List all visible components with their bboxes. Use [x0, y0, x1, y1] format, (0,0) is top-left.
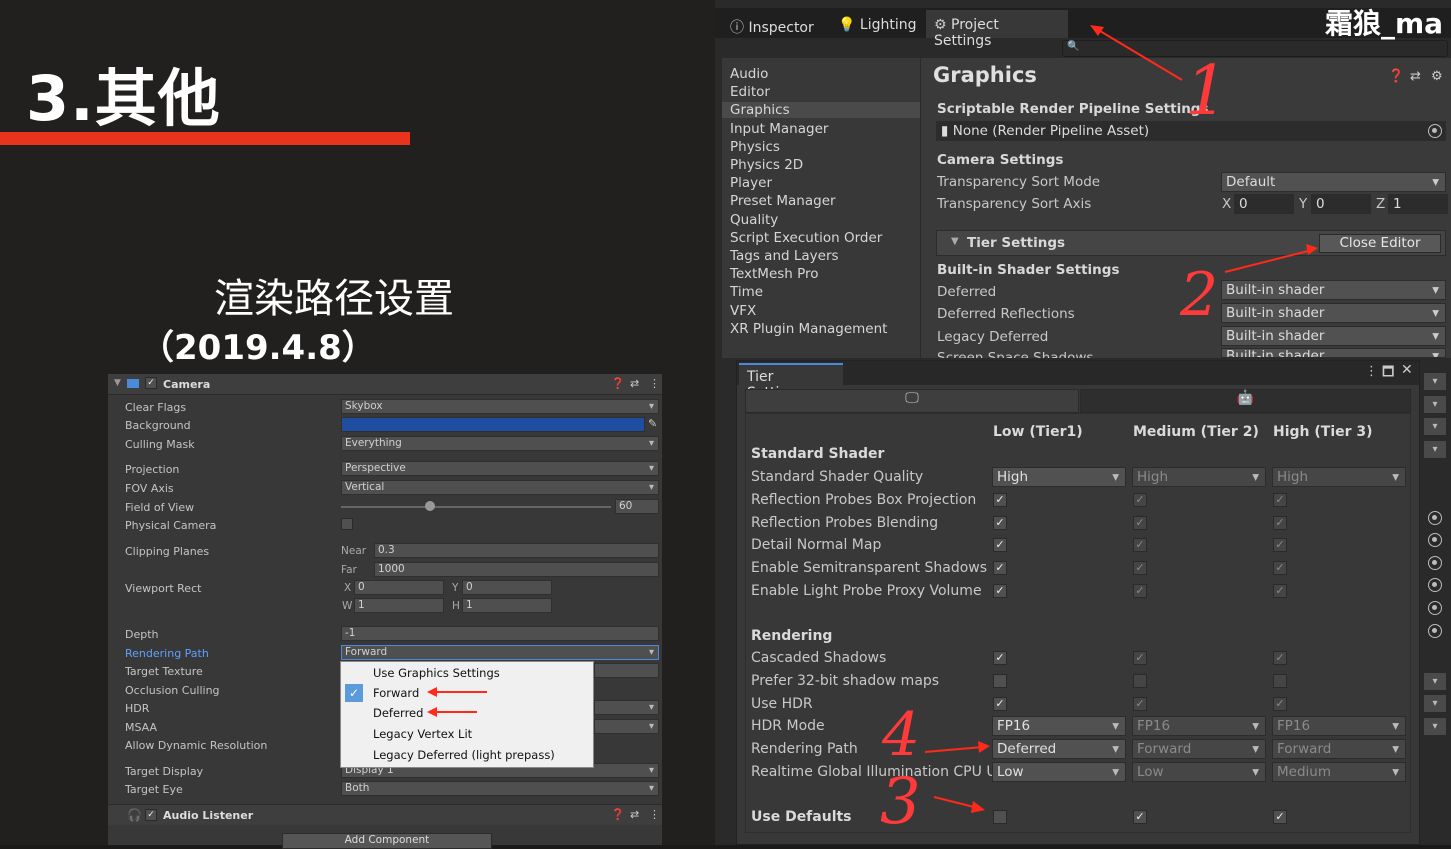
- background-label: Background: [125, 419, 191, 432]
- target-eye-dropdown[interactable]: Both: [341, 781, 659, 796]
- foldout-icon[interactable]: ▼: [114, 378, 121, 388]
- camera-inspector: ▼ ✓ Camera ❓ ⇄ ⋮ Clear Flags Skybox Back…: [108, 374, 662, 849]
- rendering-path-label: Rendering Path: [125, 647, 209, 660]
- annotation-4: 4: [882, 700, 921, 770]
- menu-item-legacy-deferred[interactable]: Legacy Deferred (light prepass): [373, 748, 555, 762]
- help-icon[interactable]: ❓: [611, 808, 625, 821]
- fov-slider-thumb[interactable]: [425, 501, 436, 511]
- rendering-path-dropdown[interactable]: Forward: [341, 645, 659, 660]
- clear-flags-dropdown[interactable]: Skybox: [341, 399, 659, 414]
- vp-h-label: H: [452, 600, 460, 612]
- slide-version: （2019.4.8）: [140, 328, 376, 368]
- fov-axis-dropdown[interactable]: Vertical: [341, 480, 659, 495]
- red-arrows-left: [427, 687, 487, 717]
- audio-listener-header[interactable]: 🎧 ✓ Audio Listener ❓ ⇄ ⋮: [108, 804, 662, 825]
- add-component-button[interactable]: Add Component: [282, 833, 492, 849]
- target-texture-label: Target Texture: [125, 665, 203, 678]
- vp-w-label: W: [342, 600, 353, 612]
- headphones-icon: 🎧: [127, 808, 142, 822]
- audio-enabled-checkbox[interactable]: ✓: [145, 809, 157, 821]
- camera-header[interactable]: ▼ ✓ Camera ❓ ⇄ ⋮: [108, 374, 662, 395]
- vp-w-field[interactable]: 1: [354, 598, 444, 613]
- physical-camera-label: Physical Camera: [125, 519, 217, 532]
- camera-title: Camera: [163, 378, 211, 391]
- near-field[interactable]: 0.3: [374, 543, 659, 558]
- far-label: Far: [341, 564, 357, 576]
- vp-y-label: Y: [452, 582, 459, 594]
- msaa-dropdown[interactable]: [594, 719, 659, 734]
- hdr-dropdown[interactable]: [594, 700, 659, 715]
- menu-item-legacy-vertex-lit[interactable]: Legacy Vertex Lit: [373, 727, 472, 741]
- vp-x-field[interactable]: 0: [354, 580, 444, 595]
- annotation-2: 2: [1180, 260, 1219, 330]
- target-eye-label: Target Eye: [125, 783, 183, 796]
- camera-enabled-checkbox[interactable]: ✓: [145, 377, 157, 389]
- kebab-menu-icon[interactable]: ⋮: [649, 808, 660, 821]
- title-underline: [0, 132, 410, 145]
- audio-listener-title: Audio Listener: [163, 809, 254, 822]
- fov-axis-label: FOV Axis: [125, 482, 174, 495]
- help-icon[interactable]: ❓: [611, 377, 625, 390]
- viewport-label: Viewport Rect: [125, 582, 202, 595]
- preset-icon[interactable]: ⇄: [630, 377, 639, 390]
- vp-y-field[interactable]: 0: [462, 580, 552, 595]
- fov-slider-track[interactable]: [341, 506, 611, 508]
- kebab-menu-icon[interactable]: ⋮: [649, 377, 660, 390]
- annotation-3: 3: [880, 765, 921, 839]
- depth-label: Depth: [125, 628, 159, 641]
- slide-title: 3.其他: [26, 62, 221, 135]
- hdr-label: HDR: [125, 702, 150, 715]
- menu-item-forward[interactable]: Forward: [373, 686, 419, 700]
- vp-x-label: X: [344, 582, 352, 594]
- clear-flags-label: Clear Flags: [125, 401, 187, 414]
- menu-item-deferred[interactable]: Deferred: [373, 706, 423, 720]
- far-field[interactable]: 1000: [374, 562, 659, 577]
- annotation-1: 1: [1185, 52, 1229, 131]
- physical-camera-checkbox[interactable]: [341, 518, 353, 530]
- culling-mask-dropdown[interactable]: Everything: [341, 436, 659, 451]
- vp-h-field[interactable]: 1: [462, 598, 552, 613]
- fov-field[interactable]: 60: [615, 499, 659, 514]
- target-texture-field[interactable]: [594, 663, 659, 678]
- culling-mask-label: Culling Mask: [125, 438, 195, 451]
- background-color-field[interactable]: [341, 417, 645, 432]
- projection-dropdown[interactable]: Perspective: [341, 461, 659, 476]
- depth-field[interactable]: -1: [341, 626, 659, 641]
- near-label: Near: [341, 545, 367, 557]
- preset-icon[interactable]: ⇄: [630, 808, 639, 821]
- occlusion-label: Occlusion Culling: [125, 684, 220, 697]
- selected-check-icon: ✓: [345, 684, 363, 702]
- msaa-label: MSAA: [125, 721, 158, 734]
- projection-label: Projection: [125, 463, 180, 476]
- fov-label: Field of View: [125, 501, 195, 514]
- eyedropper-icon[interactable]: ✎: [648, 417, 657, 430]
- red-annotation-arrows: [924, 25, 1318, 813]
- camera-icon: [127, 379, 139, 388]
- slide-subtitle: 渲染路径设置: [214, 276, 454, 322]
- dynres-label: Allow Dynamic Resolution: [125, 739, 268, 752]
- clipping-label: Clipping Planes: [125, 545, 210, 558]
- target-display-label: Target Display: [125, 765, 204, 778]
- menu-item-use-graphics-settings[interactable]: Use Graphics Settings: [373, 666, 500, 680]
